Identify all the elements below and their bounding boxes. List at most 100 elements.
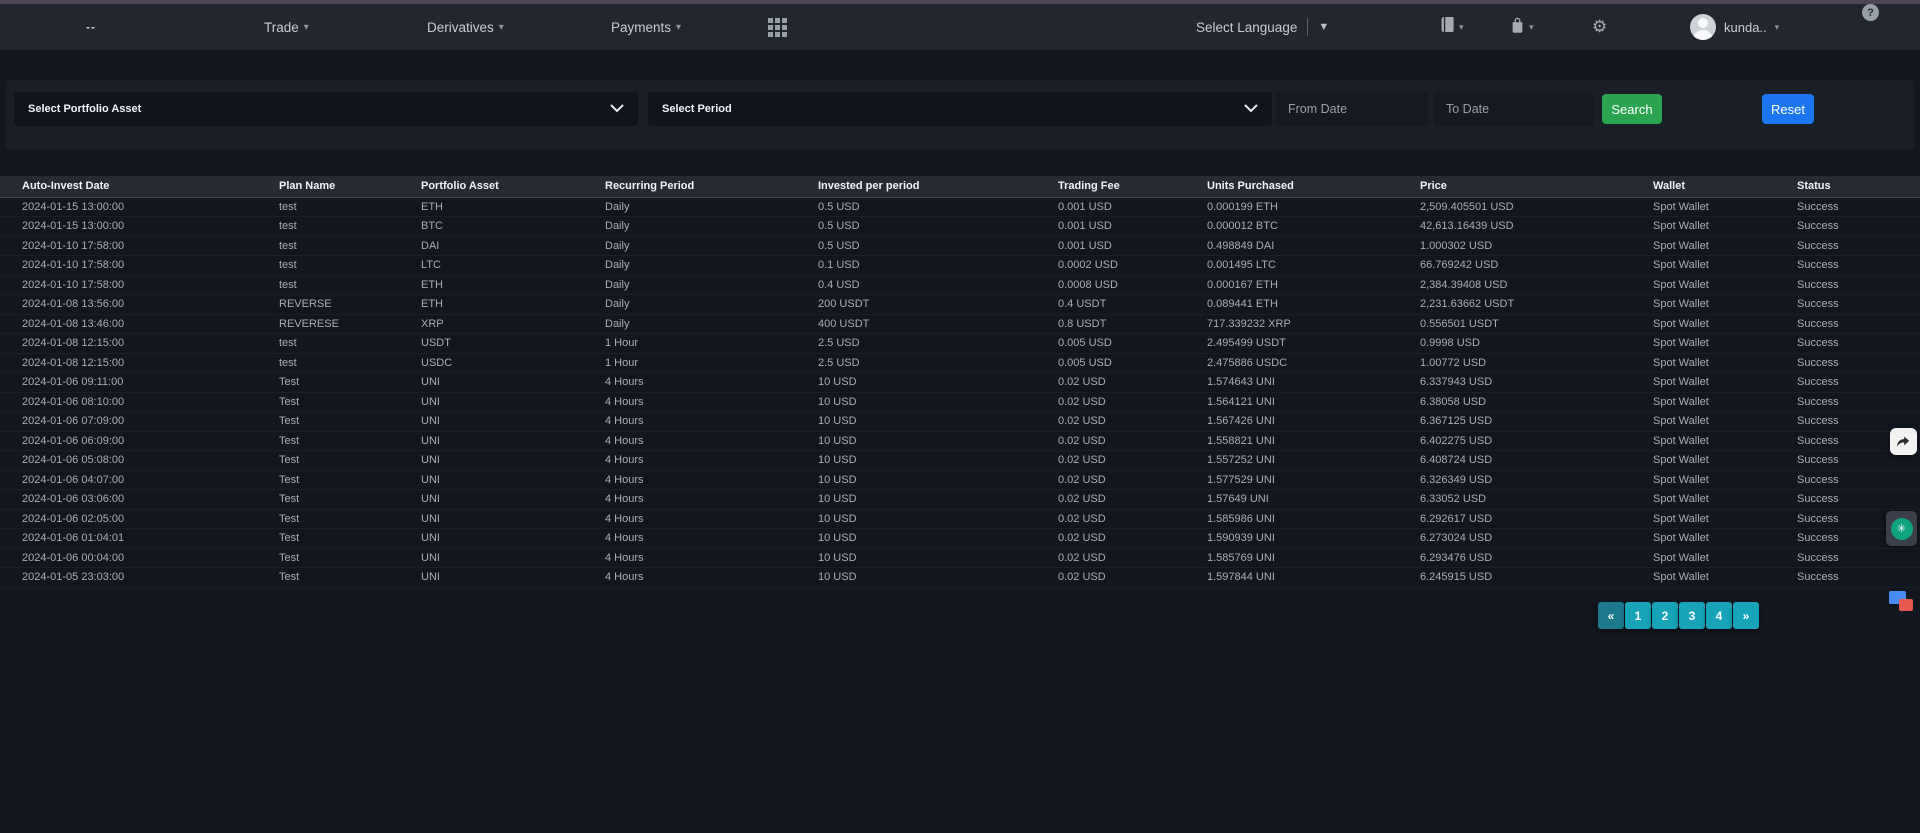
user-menu[interactable]: kunda.. ▾: [1690, 4, 1779, 50]
table-cell: Success: [1775, 314, 1920, 334]
table-cell: Daily: [583, 236, 796, 256]
table-cell: test: [257, 236, 399, 256]
from-date-input[interactable]: [1276, 92, 1428, 126]
table-cell: XRP: [399, 314, 583, 334]
table-cell: 6.33052 USD: [1398, 490, 1631, 510]
table-cell: 0.02 USD: [1036, 373, 1185, 393]
table-cell: 6.293476 USD: [1398, 548, 1631, 568]
table-cell: Test: [257, 509, 399, 529]
table-cell: Spot Wallet: [1631, 509, 1775, 529]
pagination-pages: 1234: [1625, 602, 1732, 629]
divider: [1307, 18, 1308, 36]
table-cell: Success: [1775, 470, 1920, 490]
table-cell: 2024-01-06 00:04:00: [0, 548, 257, 568]
table-cell: 6.402275 USD: [1398, 431, 1631, 451]
table-cell: UNI: [399, 470, 583, 490]
table-cell: 0.089441 ETH: [1185, 295, 1398, 315]
apps-grid-icon[interactable]: [768, 4, 787, 50]
table-cell: 0.5 USD: [796, 217, 1036, 237]
table-cell: Success: [1775, 392, 1920, 412]
table-cell: 0.4 USDT: [1036, 295, 1185, 315]
app-logo[interactable]: --: [86, 4, 96, 50]
language-caret-icon: ▼: [1318, 21, 1329, 33]
table-cell: 0.000012 BTC: [1185, 217, 1398, 237]
table-cell: 1.597844 UNI: [1185, 568, 1398, 588]
table-cell: Spot Wallet: [1631, 334, 1775, 354]
table-cell: Success: [1775, 197, 1920, 217]
nav-menu-trade[interactable]: Trade ▾: [264, 4, 309, 50]
table-cell: 0.000199 ETH: [1185, 197, 1398, 217]
period-select[interactable]: Select Period: [648, 92, 1272, 126]
table-cell: Success: [1775, 275, 1920, 295]
portfolio-asset-select[interactable]: Select Portfolio Asset: [14, 92, 638, 126]
share-shortcut-icon[interactable]: [1890, 428, 1917, 455]
top-navbar: -- Trade ▾ Derivatives ▾ Payments ▾ Sele…: [0, 4, 1920, 50]
table-cell: 2.5 USD: [796, 353, 1036, 373]
chatgpt-extension-icon[interactable]: ✳: [1886, 511, 1917, 546]
pagination-next-button[interactable]: »: [1733, 602, 1759, 629]
table-cell: 4 Hours: [583, 373, 796, 393]
table-cell: 4 Hours: [583, 548, 796, 568]
table-cell: UNI: [399, 392, 583, 412]
table-cell: DAI: [399, 236, 583, 256]
table-cell: Spot Wallet: [1631, 548, 1775, 568]
table-row: 2024-01-10 17:58:00testLTCDaily0.1 USD0.…: [0, 256, 1920, 276]
pagination-page-button[interactable]: 3: [1679, 602, 1705, 629]
table-cell: 1.558821 UNI: [1185, 431, 1398, 451]
orders-book-menu[interactable]: ▾: [1440, 4, 1464, 50]
table-row: 2024-01-06 08:10:00TestUNI4 Hours10 USD0…: [0, 392, 1920, 412]
table-cell: 2024-01-15 13:00:00: [0, 197, 257, 217]
table-cell: 0.02 USD: [1036, 509, 1185, 529]
table-cell: Test: [257, 412, 399, 432]
table-row: 2024-01-08 12:15:00testUSDT1 Hour2.5 USD…: [0, 334, 1920, 354]
table-cell: 0.005 USD: [1036, 353, 1185, 373]
table-cell: USDT: [399, 334, 583, 354]
table-cell: Spot Wallet: [1631, 314, 1775, 334]
column-header: Price: [1398, 176, 1631, 197]
table-cell: 0.000167 ETH: [1185, 275, 1398, 295]
table-cell: ETH: [399, 275, 583, 295]
table-cell: 4 Hours: [583, 568, 796, 588]
table-cell: Test: [257, 470, 399, 490]
table-row: 2024-01-05 23:03:00TestUNI4 Hours10 USD0…: [0, 568, 1920, 588]
table-header-row: Auto-Invest DatePlan NamePortfolio Asset…: [0, 176, 1920, 197]
table-cell: 0.001 USD: [1036, 236, 1185, 256]
table-cell: 42,613.16439 USD: [1398, 217, 1631, 237]
pagination-page-button[interactable]: 4: [1706, 602, 1732, 629]
table-cell: 4 Hours: [583, 412, 796, 432]
reset-button[interactable]: Reset: [1762, 94, 1814, 124]
table-cell: Success: [1775, 373, 1920, 393]
table-cell: Success: [1775, 295, 1920, 315]
table-cell: 200 USDT: [796, 295, 1036, 315]
column-header: Portfolio Asset: [399, 176, 583, 197]
table-cell: 4 Hours: [583, 529, 796, 549]
table-cell: 2024-01-06 06:09:00: [0, 431, 257, 451]
table-body: 2024-01-15 13:00:00testETHDaily0.5 USD0.…: [0, 197, 1920, 587]
table-cell: 4 Hours: [583, 509, 796, 529]
search-button[interactable]: Search: [1602, 94, 1662, 124]
nav-menu-payments[interactable]: Payments ▾: [611, 4, 681, 50]
help-icon[interactable]: ?: [1862, 4, 1879, 21]
user-avatar: [1690, 14, 1716, 40]
table-cell: 0.02 USD: [1036, 548, 1185, 568]
table-cell: 0.02 USD: [1036, 392, 1185, 412]
table-cell: 1.000302 USD: [1398, 236, 1631, 256]
to-date-input[interactable]: [1434, 92, 1594, 126]
pagination-page-button[interactable]: 1: [1625, 602, 1651, 629]
table-cell: 6.367125 USD: [1398, 412, 1631, 432]
wallet-bag-menu[interactable]: ▾: [1510, 4, 1534, 50]
table-row: 2024-01-06 03:06:00TestUNI4 Hours10 USD0…: [0, 490, 1920, 510]
settings-gear-icon[interactable]: ⚙: [1592, 4, 1607, 50]
table-cell: 0.9998 USD: [1398, 334, 1631, 354]
nav-menu-derivatives[interactable]: Derivatives ▾: [427, 4, 504, 50]
pagination-prev-button[interactable]: «: [1598, 602, 1624, 629]
column-header: Recurring Period: [583, 176, 796, 197]
table-cell: Spot Wallet: [1631, 217, 1775, 237]
table-cell: 2024-01-08 13:46:00: [0, 314, 257, 334]
chat-extension-icon[interactable]: [1889, 591, 1917, 618]
language-selector[interactable]: Select Language ▼: [1196, 4, 1329, 50]
table-cell: 0.5 USD: [796, 236, 1036, 256]
pagination-page-button[interactable]: 2: [1652, 602, 1678, 629]
table-cell: 1.567426 UNI: [1185, 412, 1398, 432]
table-cell: REVERESE: [257, 314, 399, 334]
